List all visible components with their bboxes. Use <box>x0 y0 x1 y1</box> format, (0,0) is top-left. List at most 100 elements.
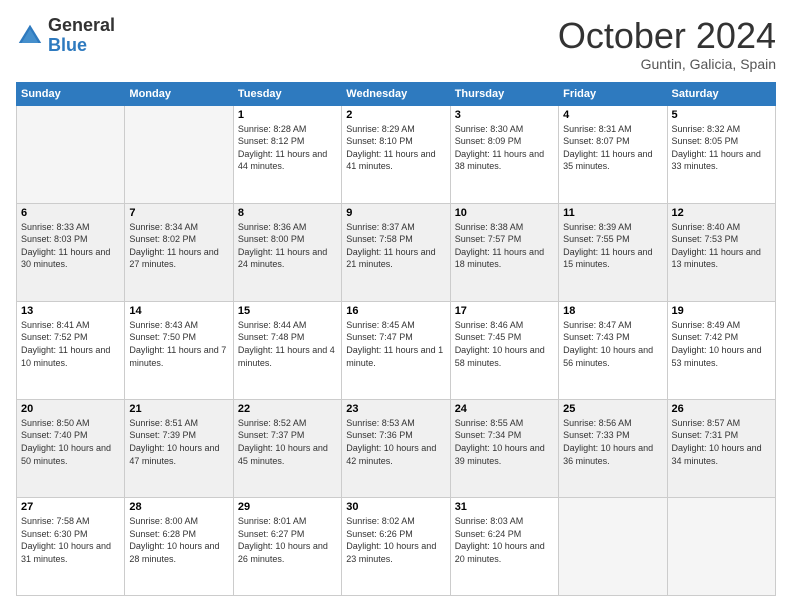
day-number: 15 <box>238 305 337 317</box>
day-number: 13 <box>21 305 120 317</box>
day-number: 31 <box>455 501 554 513</box>
day-number: 14 <box>129 305 228 317</box>
logo-text: General Blue <box>48 16 115 56</box>
day-number: 23 <box>346 403 445 415</box>
day-number: 2 <box>346 109 445 121</box>
table-row <box>17 105 125 203</box>
day-info: Sunrise: 8:45 AM Sunset: 7:47 PM Dayligh… <box>346 319 445 369</box>
day-number: 3 <box>455 109 554 121</box>
day-number: 16 <box>346 305 445 317</box>
table-row: 17 Sunrise: 8:46 AM Sunset: 7:45 PM Dayli… <box>450 301 558 399</box>
title-block: October 2024 Guntin, Galicia, Spain <box>558 16 776 72</box>
calendar-row: 1Sunrise: 8:28 AM Sunset: 8:12 PM Daylig… <box>17 105 776 203</box>
logo-blue-text: Blue <box>48 36 115 56</box>
day-info: Sunrise: 8:32 AM Sunset: 8:05 PM Dayligh… <box>672 123 771 173</box>
table-row: 15 Sunrise: 8:44 AM Sunset: 7:48 PM Dayli… <box>233 301 341 399</box>
table-row: 10 Sunrise: 8:38 AM Sunset: 7:57 PM Dayli… <box>450 203 558 301</box>
table-row <box>125 105 233 203</box>
table-row: 24 Sunrise: 8:55 AM Sunset: 7:34 PM Dayli… <box>450 399 558 497</box>
header-monday: Monday <box>125 82 233 105</box>
day-number: 20 <box>21 403 120 415</box>
table-row: 31Sunrise: 8:03 AM Sunset: 6:24 PM Dayli… <box>450 497 558 595</box>
table-row: 9 Sunrise: 8:37 AM Sunset: 7:58 PM Daylig… <box>342 203 450 301</box>
table-row: 2 Sunrise: 8:29 AM Sunset: 8:10 PM Daylig… <box>342 105 450 203</box>
table-row: 29 Sunrise: 8:01 AM Sunset: 6:27 PM Dayli… <box>233 497 341 595</box>
calendar-row: 20Sunrise: 8:50 AM Sunset: 7:40 PM Dayli… <box>17 399 776 497</box>
day-number: 25 <box>563 403 662 415</box>
day-number: 28 <box>129 501 228 513</box>
calendar-row: 27Sunrise: 7:58 AM Sunset: 6:30 PM Dayli… <box>17 497 776 595</box>
day-info: Sunrise: 8:46 AM Sunset: 7:45 PM Dayligh… <box>455 319 554 369</box>
logo-icon <box>16 22 44 50</box>
day-info: Sunrise: 8:55 AM Sunset: 7:34 PM Dayligh… <box>455 417 554 467</box>
day-info: Sunrise: 8:00 AM Sunset: 6:28 PM Dayligh… <box>129 515 228 565</box>
table-row: 23Sunrise: 8:53 AM Sunset: 7:36 PM Dayli… <box>342 399 450 497</box>
day-info: Sunrise: 8:33 AM Sunset: 8:03 PM Dayligh… <box>21 221 120 271</box>
day-info: Sunrise: 8:30 AM Sunset: 8:09 PM Dayligh… <box>455 123 554 173</box>
day-number: 10 <box>455 207 554 219</box>
table-row: 20Sunrise: 8:50 AM Sunset: 7:40 PM Dayli… <box>17 399 125 497</box>
table-row: 14 Sunrise: 8:43 AM Sunset: 7:50 PM Dayli… <box>125 301 233 399</box>
day-number: 4 <box>563 109 662 121</box>
day-number: 5 <box>672 109 771 121</box>
day-number: 6 <box>21 207 120 219</box>
calendar-row: 6 Sunrise: 8:33 AM Sunset: 8:03 PM Daylig… <box>17 203 776 301</box>
table-row: 8Sunrise: 8:36 AM Sunset: 8:00 PM Daylig… <box>233 203 341 301</box>
table-row: 13 Sunrise: 8:41 AM Sunset: 7:52 PM Dayli… <box>17 301 125 399</box>
table-row: 19 Sunrise: 8:49 AM Sunset: 7:42 PM Dayli… <box>667 301 775 399</box>
calendar-page: General Blue October 2024 Guntin, Galici… <box>0 0 792 612</box>
table-row: 1Sunrise: 8:28 AM Sunset: 8:12 PM Daylig… <box>233 105 341 203</box>
day-info: Sunrise: 8:41 AM Sunset: 7:52 PM Dayligh… <box>21 319 120 369</box>
day-info: Sunrise: 8:34 AM Sunset: 8:02 PM Dayligh… <box>129 221 228 271</box>
day-number: 30 <box>346 501 445 513</box>
table-row: 5 Sunrise: 8:32 AM Sunset: 8:05 PM Daylig… <box>667 105 775 203</box>
day-info: Sunrise: 8:36 AM Sunset: 8:00 PM Dayligh… <box>238 221 337 271</box>
weekday-header-row: Sunday Monday Tuesday Wednesday Thursday… <box>17 82 776 105</box>
day-info: Sunrise: 8:37 AM Sunset: 7:58 PM Dayligh… <box>346 221 445 271</box>
day-info: Sunrise: 8:52 AM Sunset: 7:37 PM Dayligh… <box>238 417 337 467</box>
day-number: 29 <box>238 501 337 513</box>
day-number: 9 <box>346 207 445 219</box>
day-number: 21 <box>129 403 228 415</box>
table-row <box>559 497 667 595</box>
calendar-row: 13 Sunrise: 8:41 AM Sunset: 7:52 PM Dayli… <box>17 301 776 399</box>
day-number: 17 <box>455 305 554 317</box>
day-info: Sunrise: 8:40 AM Sunset: 7:53 PM Dayligh… <box>672 221 771 271</box>
day-number: 24 <box>455 403 554 415</box>
day-number: 22 <box>238 403 337 415</box>
table-row: 21Sunrise: 8:51 AM Sunset: 7:39 PM Dayli… <box>125 399 233 497</box>
header-tuesday: Tuesday <box>233 82 341 105</box>
day-info: Sunrise: 8:28 AM Sunset: 8:12 PM Dayligh… <box>238 123 337 173</box>
day-number: 12 <box>672 207 771 219</box>
table-row: 27Sunrise: 7:58 AM Sunset: 6:30 PM Dayli… <box>17 497 125 595</box>
table-row: 16 Sunrise: 8:45 AM Sunset: 7:47 PM Dayli… <box>342 301 450 399</box>
day-number: 26 <box>672 403 771 415</box>
table-row: 7 Sunrise: 8:34 AM Sunset: 8:02 PM Daylig… <box>125 203 233 301</box>
logo-general-text: General <box>48 16 115 36</box>
day-info: Sunrise: 8:38 AM Sunset: 7:57 PM Dayligh… <box>455 221 554 271</box>
day-info: Sunrise: 8:29 AM Sunset: 8:10 PM Dayligh… <box>346 123 445 173</box>
day-info: Sunrise: 8:02 AM Sunset: 6:26 PM Dayligh… <box>346 515 445 565</box>
day-number: 7 <box>129 207 228 219</box>
day-number: 11 <box>563 207 662 219</box>
day-info: Sunrise: 8:43 AM Sunset: 7:50 PM Dayligh… <box>129 319 228 369</box>
day-info: Sunrise: 8:44 AM Sunset: 7:48 PM Dayligh… <box>238 319 337 369</box>
day-info: Sunrise: 8:49 AM Sunset: 7:42 PM Dayligh… <box>672 319 771 369</box>
logo: General Blue <box>16 16 115 56</box>
calendar-table: Sunday Monday Tuesday Wednesday Thursday… <box>16 82 776 596</box>
day-info: Sunrise: 8:01 AM Sunset: 6:27 PM Dayligh… <box>238 515 337 565</box>
header-saturday: Saturday <box>667 82 775 105</box>
header: General Blue October 2024 Guntin, Galici… <box>16 16 776 72</box>
month-title: October 2024 <box>558 16 776 56</box>
day-info: Sunrise: 8:47 AM Sunset: 7:43 PM Dayligh… <box>563 319 662 369</box>
day-number: 18 <box>563 305 662 317</box>
day-info: Sunrise: 8:39 AM Sunset: 7:55 PM Dayligh… <box>563 221 662 271</box>
table-row <box>667 497 775 595</box>
header-wednesday: Wednesday <box>342 82 450 105</box>
day-info: Sunrise: 8:31 AM Sunset: 8:07 PM Dayligh… <box>563 123 662 173</box>
day-info: Sunrise: 7:58 AM Sunset: 6:30 PM Dayligh… <box>21 515 120 565</box>
day-number: 19 <box>672 305 771 317</box>
header-friday: Friday <box>559 82 667 105</box>
location-subtitle: Guntin, Galicia, Spain <box>558 56 776 72</box>
table-row: 22 Sunrise: 8:52 AM Sunset: 7:37 PM Dayli… <box>233 399 341 497</box>
